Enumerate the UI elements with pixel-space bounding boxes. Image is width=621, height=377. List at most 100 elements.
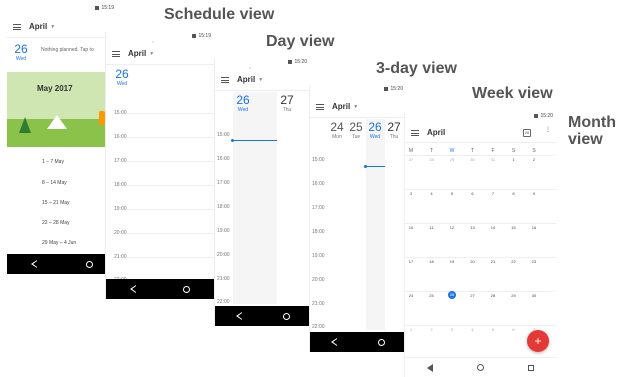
month-day-cell[interactable]: 10 bbox=[406, 225, 416, 230]
month-day-cell[interactable]: 26 bbox=[448, 291, 456, 299]
more-icon[interactable]: ⋮ bbox=[545, 127, 551, 137]
month-day-cell[interactable]: 11 bbox=[427, 225, 437, 230]
month-selector[interactable]: April bbox=[237, 75, 255, 84]
month-day-cell[interactable]: 7 bbox=[488, 191, 498, 196]
hour-line bbox=[128, 161, 214, 162]
calendar-today-icon[interactable]: 26 bbox=[523, 129, 531, 137]
hour-label: 15:00 bbox=[217, 132, 230, 138]
month-day-cell[interactable]: 3 bbox=[406, 191, 416, 196]
home-icon[interactable] bbox=[378, 338, 386, 346]
day-header[interactable]: 24 Mon bbox=[328, 120, 346, 141]
home-icon[interactable] bbox=[183, 285, 191, 293]
week-divider bbox=[405, 223, 556, 224]
day-number: 26 bbox=[236, 93, 250, 107]
recents-icon[interactable] bbox=[528, 364, 534, 371]
month-day-cell[interactable]: 28 bbox=[427, 157, 437, 162]
hour-label: 20:00 bbox=[114, 230, 127, 236]
menu-icon[interactable] bbox=[411, 129, 419, 136]
day-number: 26 bbox=[368, 120, 382, 134]
selected-day-column bbox=[366, 119, 385, 330]
day-header[interactable]: 26 Wed bbox=[366, 120, 384, 141]
menu-icon[interactable] bbox=[112, 50, 120, 57]
menu-icon[interactable] bbox=[13, 23, 21, 30]
month-day-cell[interactable]: 30 bbox=[468, 157, 478, 162]
week-divider bbox=[405, 325, 556, 326]
month-selector[interactable]: April bbox=[427, 128, 445, 137]
day-number: 24 bbox=[330, 120, 344, 134]
month-day-cell[interactable]: 3 bbox=[447, 327, 457, 332]
week-row[interactable]: 22 – 28 May bbox=[42, 220, 70, 226]
week-row[interactable]: 15 – 21 May bbox=[42, 200, 70, 206]
month-day-cell[interactable]: 6 bbox=[468, 191, 478, 196]
month-selector[interactable]: April bbox=[29, 22, 47, 31]
day-header[interactable]: 26 Wed bbox=[233, 93, 253, 114]
month-day-cell[interactable]: 27 bbox=[468, 293, 478, 298]
back-icon[interactable] bbox=[235, 312, 242, 320]
month-day-cell[interactable]: 9 bbox=[529, 191, 539, 196]
month-day-cell[interactable]: 4 bbox=[427, 191, 437, 196]
month-day-cell[interactable]: 4 bbox=[468, 327, 478, 332]
month-day-cell[interactable]: 24 bbox=[406, 293, 416, 298]
month-day-cell[interactable]: 5 bbox=[447, 191, 457, 196]
month-day-cell[interactable]: 16 bbox=[529, 225, 539, 230]
day-header[interactable]: 25 Tue bbox=[347, 120, 365, 141]
month-day-cell[interactable]: 13 bbox=[468, 225, 478, 230]
day-of-week-label: F bbox=[491, 148, 495, 154]
hour-label: 20:00 bbox=[217, 252, 230, 258]
month-day-cell[interactable]: 8 bbox=[509, 191, 519, 196]
back-icon[interactable] bbox=[330, 338, 337, 346]
month-selector[interactable]: April bbox=[332, 102, 350, 111]
month-day-cell[interactable]: 2 bbox=[427, 327, 437, 332]
month-day-cell[interactable]: 21 bbox=[488, 259, 498, 264]
chevron-down-icon: ▼ bbox=[353, 103, 359, 110]
day-screen: 15:19 26 ⋮ April ▼ 26 Wed 15:00 16:00 17… bbox=[105, 32, 214, 299]
day-header[interactable]: 27 Thu bbox=[385, 121, 403, 141]
month-day-cell[interactable]: 25 bbox=[427, 293, 437, 298]
month-day-cell[interactable]: 30 bbox=[529, 293, 539, 298]
month-day-cell[interactable]: 12 bbox=[447, 225, 457, 230]
week-divider bbox=[405, 257, 556, 258]
day-number: 25 bbox=[349, 120, 363, 134]
month-day-cell[interactable]: 5 bbox=[488, 327, 498, 332]
week-row[interactable]: 29 May – 4 Jun bbox=[42, 240, 76, 246]
month-day-cell[interactable]: 17 bbox=[406, 259, 416, 264]
month-day-cell[interactable]: 23 bbox=[529, 259, 539, 264]
month-day-cell[interactable]: 15 bbox=[509, 225, 519, 230]
month-day-cell[interactable]: 20 bbox=[468, 259, 478, 264]
back-icon[interactable] bbox=[31, 260, 38, 268]
day-of-week-label: S bbox=[532, 148, 536, 154]
month-day-cell[interactable]: 1 bbox=[509, 157, 519, 162]
month-day-cell[interactable]: 27 bbox=[406, 157, 416, 162]
month-day-cell[interactable]: 29 bbox=[447, 157, 457, 162]
month-day-cell[interactable]: 31 bbox=[488, 157, 498, 162]
month-day-cell[interactable]: 19 bbox=[447, 259, 457, 264]
home-icon[interactable] bbox=[477, 364, 484, 371]
week-row[interactable]: 8 – 14 May bbox=[42, 180, 67, 186]
month-day-cell[interactable]: 22 bbox=[509, 259, 519, 264]
hour-label: 21:00 bbox=[114, 254, 127, 260]
nothing-planned-text[interactable]: Nothing planned. Tap to bbox=[41, 47, 94, 53]
week-screen: 15:20 26 April ▼ 24 Mon 25 Tue 26 Wed 27… bbox=[309, 85, 406, 352]
month-banner: May 2017 bbox=[7, 72, 117, 147]
month-day-cell[interactable]: 29 bbox=[509, 293, 519, 298]
week-row[interactable]: 1 – 7 May bbox=[42, 159, 64, 165]
month-day-cell[interactable]: 18 bbox=[427, 259, 437, 264]
month-day-cell[interactable]: 6 bbox=[509, 327, 519, 332]
back-icon[interactable] bbox=[427, 363, 433, 372]
menu-icon[interactable] bbox=[221, 76, 229, 83]
month-day-cell[interactable]: 1 bbox=[406, 327, 416, 332]
month-selector[interactable]: April bbox=[128, 49, 146, 58]
month-day-cell[interactable]: 28 bbox=[488, 293, 498, 298]
add-event-button[interactable]: + bbox=[527, 330, 549, 352]
menu-icon[interactable] bbox=[316, 103, 324, 110]
month-day-cell[interactable]: 2 bbox=[529, 157, 539, 162]
today-header[interactable]: 26 Wed bbox=[13, 42, 29, 62]
home-icon[interactable] bbox=[282, 312, 290, 320]
day-header[interactable]: 26 Wed bbox=[110, 68, 134, 88]
day-header[interactable]: 27 Thu bbox=[277, 94, 297, 114]
day-name: Wed bbox=[237, 107, 249, 113]
month-day-cell[interactable]: 14 bbox=[488, 225, 498, 230]
back-icon[interactable] bbox=[129, 285, 136, 293]
selected-day-column bbox=[233, 92, 277, 304]
home-icon[interactable] bbox=[85, 260, 93, 268]
